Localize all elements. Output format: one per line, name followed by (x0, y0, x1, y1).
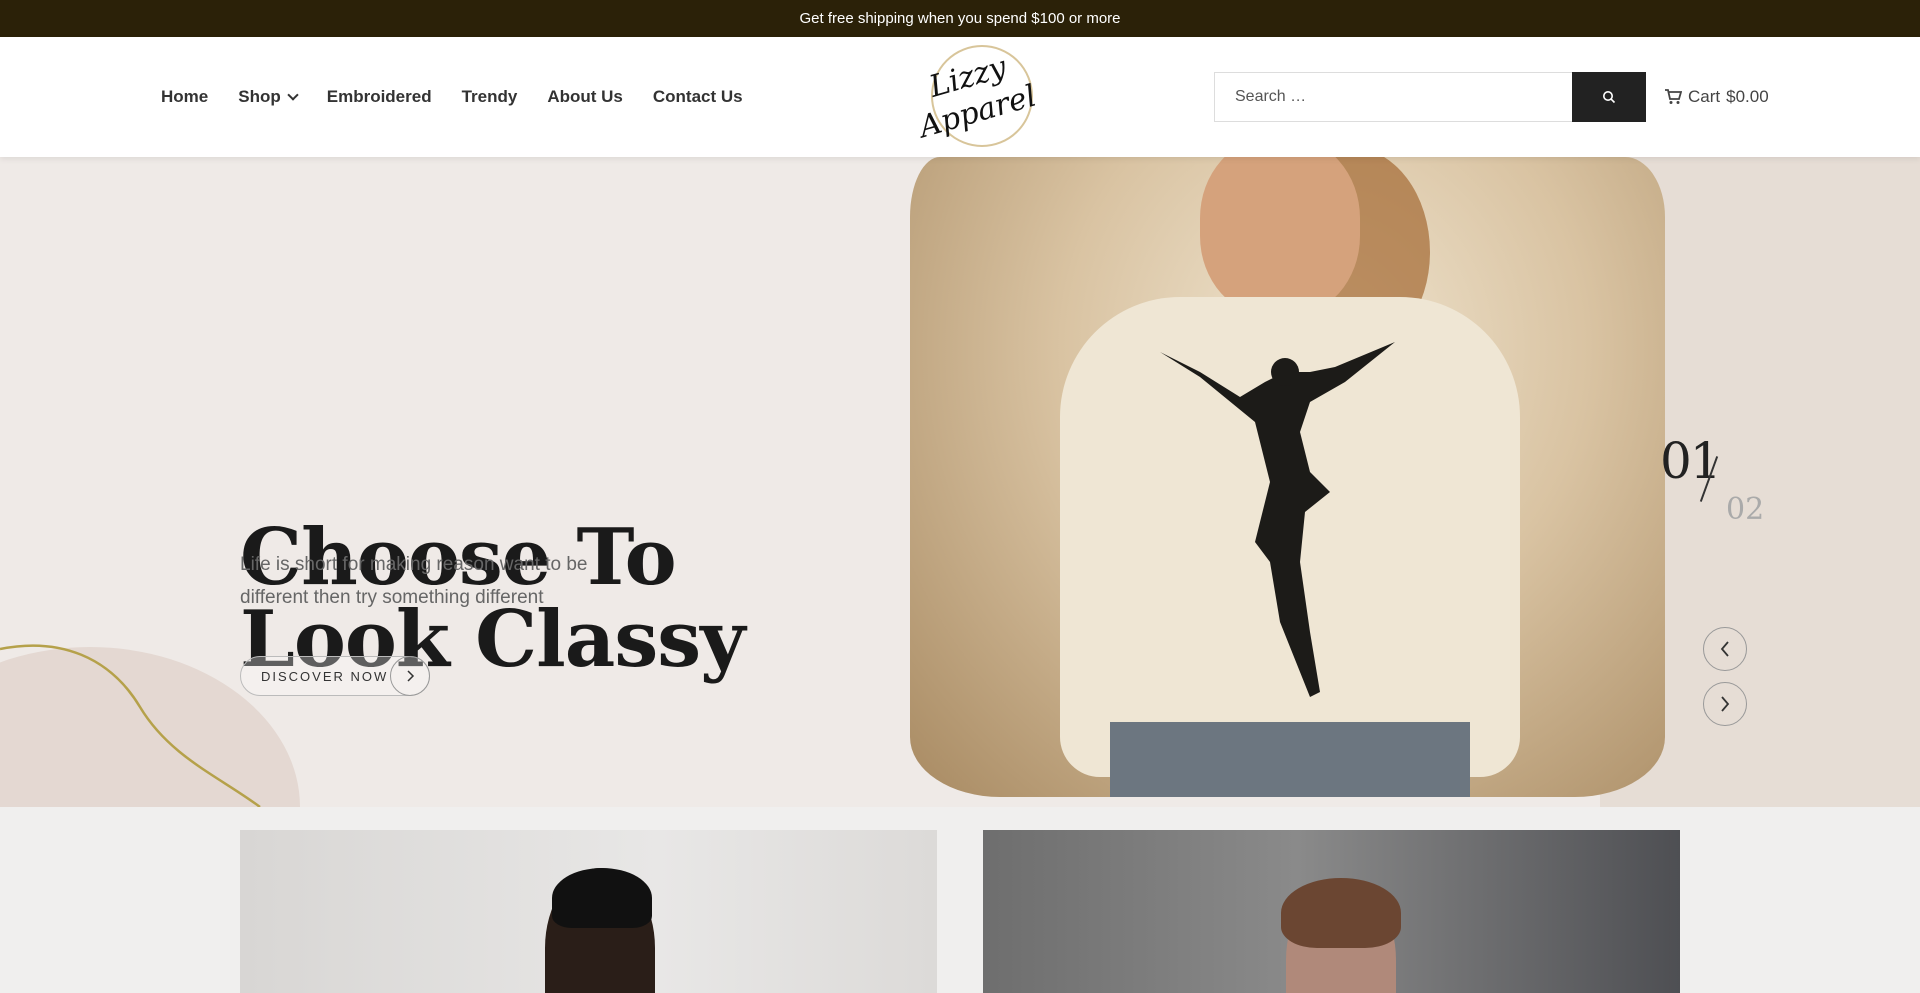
cart-label: Cart (1688, 87, 1721, 106)
nav-item-contact-us[interactable]: Contact Us (653, 87, 743, 107)
category-card[interactable] (983, 830, 1680, 993)
cart-icon (1665, 89, 1682, 104)
category-cards (0, 807, 1920, 993)
announcement-bar: Get free shipping when you spend $100 or… (0, 0, 1920, 37)
slide-total: 02 (1726, 492, 1765, 527)
announcement-text: Get free shipping when you spend $100 or… (799, 10, 1121, 27)
search-icon (1603, 91, 1616, 104)
chevron-right-icon (1721, 696, 1730, 712)
prev-slide-button[interactable] (1703, 627, 1747, 671)
nav-item-embroidered[interactable]: Embroidered (327, 87, 432, 107)
nav-item-shop[interactable]: Shop (238, 87, 299, 107)
cart-link[interactable]: Cart $0.00 (1664, 37, 1769, 157)
nav-item-about-us[interactable]: About Us (547, 87, 623, 107)
dancer-silhouette (1160, 342, 1395, 697)
hero-slider: Choose To Look Classy (0, 157, 1920, 807)
nav-item-home[interactable]: Home (161, 87, 208, 107)
slide-current: 01 (1660, 432, 1722, 490)
nav-item-trendy[interactable]: Trendy (462, 87, 518, 107)
search-input[interactable] (1214, 72, 1572, 122)
discover-now-label: DISCOVER NOW (261, 668, 389, 684)
hero-image (910, 157, 1665, 797)
category-card[interactable] (240, 830, 937, 993)
discover-now-button[interactable]: DISCOVER NOW (240, 656, 430, 696)
search-form (1214, 72, 1646, 122)
main-nav: Home Shop Embroidered Trendy About Us Co… (161, 37, 743, 157)
chevron-left-icon (1720, 641, 1729, 657)
site-logo[interactable]: Lizzy Apparel (911, 41, 1040, 151)
logo-text: Lizzy Apparel (915, 49, 1041, 146)
cart-amount: $0.00 (1726, 87, 1769, 106)
next-slide-button[interactable] (1703, 682, 1747, 726)
arrow-right-icon (390, 656, 430, 696)
chevron-down-icon (287, 89, 299, 101)
site-header: Home Shop Embroidered Trendy About Us Co… (0, 37, 1920, 157)
hero-subtitle: Life is short for making reason want to … (240, 554, 588, 608)
search-button[interactable] (1572, 72, 1646, 122)
